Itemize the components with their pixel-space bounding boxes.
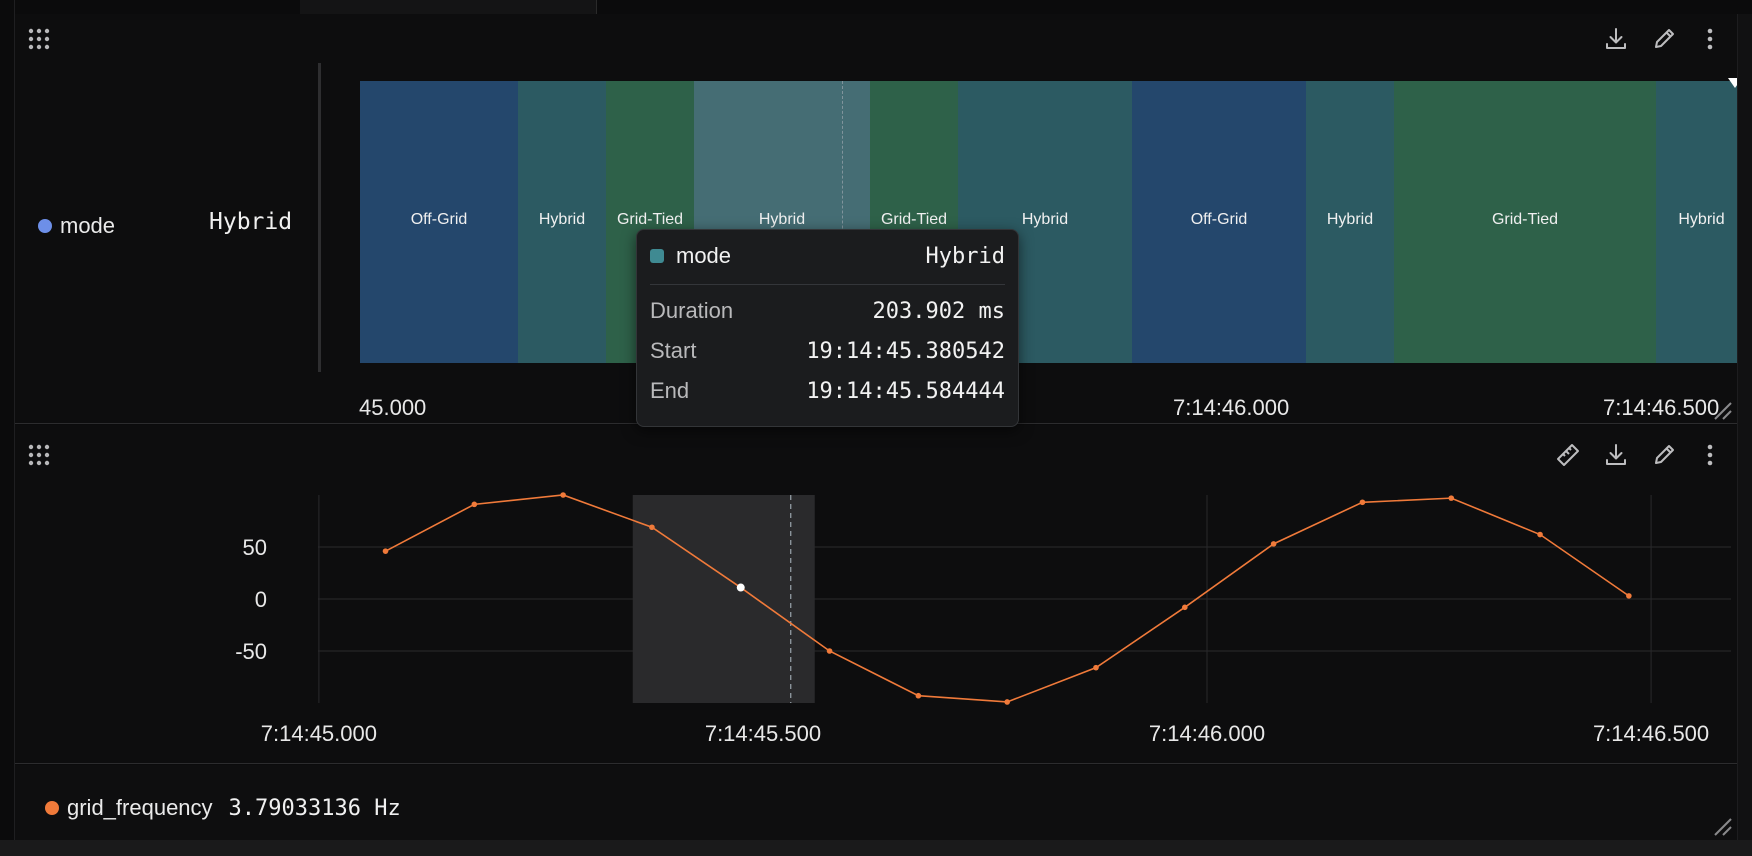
y-tick-label: -50 bbox=[235, 639, 267, 664]
more-vertical-icon[interactable] bbox=[1695, 24, 1725, 54]
tooltip-value: 203.902 ms bbox=[872, 298, 1005, 324]
mode-band-label: Off-Grid bbox=[1190, 211, 1248, 228]
download-icon[interactable] bbox=[1601, 24, 1631, 54]
mode-band[interactable]: Hybrid bbox=[1656, 81, 1747, 363]
x-tick-label: 7:14:45.000 bbox=[261, 721, 377, 746]
x-tick-label: 7:14:46.000 bbox=[1173, 395, 1290, 420]
resize-handle-icon[interactable] bbox=[1711, 399, 1733, 426]
top-tab-strip bbox=[0, 0, 1752, 15]
bottom-strip bbox=[0, 840, 1752, 856]
x-tick-label: 7:14:45.500 bbox=[705, 721, 821, 746]
y-tick-label: 0 bbox=[255, 587, 267, 612]
data-point bbox=[1448, 495, 1455, 501]
data-point bbox=[1626, 593, 1632, 599]
grid-frequency-value: 3.79033136 Hz bbox=[228, 795, 401, 821]
mode-band-label: Hybrid bbox=[758, 211, 806, 228]
line-chart[interactable]: 50 0 -50 7:14:45.000 7:14:45.500 7:14:46.000 7… bbox=[15, 425, 1737, 763]
mode-band-label: Hybrid bbox=[1678, 211, 1725, 228]
tooltip-key: Start bbox=[650, 338, 697, 363]
grid-frequency-legend[interactable]: grid_frequency 3.79033136 Hz bbox=[45, 795, 401, 821]
tab-segment[interactable] bbox=[0, 0, 301, 14]
hover-tooltip: mode Hybrid Duration 203.902 ms Start 19… bbox=[636, 229, 1019, 427]
x-tick-label: 7:14:46.500 bbox=[1593, 721, 1709, 746]
data-point bbox=[736, 583, 745, 592]
data-point bbox=[826, 648, 833, 654]
right-scrollbar[interactable] bbox=[1737, 14, 1752, 840]
mode-band-label: Off-Grid bbox=[410, 211, 468, 228]
mode-band-label: Hybrid bbox=[538, 211, 586, 228]
mode-legend[interactable]: mode bbox=[38, 213, 115, 239]
mode-band[interactable]: Hybrid bbox=[1306, 81, 1394, 363]
tooltip-divider bbox=[650, 284, 1005, 285]
tooltip-row-duration: Duration 203.902 ms bbox=[650, 298, 1005, 324]
drag-handle-icon[interactable] bbox=[24, 24, 54, 54]
mode-band-label: Hybrid bbox=[1021, 211, 1069, 228]
data-point bbox=[560, 492, 566, 498]
tooltip-row-end: End 19:14:45.584444 bbox=[650, 378, 1005, 404]
data-point bbox=[1004, 699, 1010, 705]
series-line bbox=[385, 494, 1630, 703]
grid-frequency-legend-label: grid_frequency bbox=[67, 795, 213, 820]
data-point bbox=[1537, 531, 1543, 538]
y-tick-label: 50 bbox=[243, 535, 267, 560]
data-point bbox=[382, 548, 389, 554]
mode-band[interactable]: Hybrid bbox=[518, 81, 606, 363]
pencil-icon[interactable] bbox=[1649, 24, 1679, 54]
mode-state-bands[interactable]: Hybrid Grid-Tied Hybrid Off-Grid Hybrid Grid-… bbox=[360, 81, 1747, 363]
mode-band[interactable]: Grid-Tied bbox=[1394, 81, 1656, 363]
tooltip-value: 19:14:45.380542 bbox=[806, 338, 1005, 364]
data-point bbox=[915, 692, 922, 699]
mode-band-label: Grid-Tied bbox=[1491, 211, 1559, 228]
data-point bbox=[1182, 604, 1188, 611]
grid-frequency-legend-panel: grid_frequency 3.79033136 Hz bbox=[15, 765, 1737, 841]
timeline-left-edge bbox=[318, 63, 321, 372]
data-point bbox=[649, 524, 655, 531]
grid-frequency-legend-dot bbox=[45, 801, 59, 815]
left-rail bbox=[0, 0, 15, 856]
mode-current-value: Hybrid bbox=[209, 209, 293, 235]
mode-band-label: Grid-Tied bbox=[616, 211, 684, 228]
tooltip-header: mode Hybrid bbox=[650, 243, 1005, 269]
data-point bbox=[1270, 541, 1277, 547]
grid-frequency-chart-panel: 50 0 -50 7:14:45.000 7:14:45.500 7:14:46.000 7… bbox=[15, 425, 1737, 764]
x-tick-label: 7:14:46.500 bbox=[1603, 395, 1720, 420]
x-tick-label: 7:14:46.000 bbox=[1149, 721, 1265, 746]
resize-handle-icon[interactable] bbox=[1711, 815, 1733, 842]
mode-band[interactable]: Off-Grid bbox=[1132, 81, 1306, 363]
tooltip-value: 19:14:45.584444 bbox=[806, 378, 1005, 404]
tooltip-series-value: Hybrid bbox=[925, 243, 1005, 269]
data-point bbox=[1359, 499, 1366, 506]
mode-band[interactable]: Off-Grid bbox=[360, 81, 518, 363]
x-tick-label: 45.000 bbox=[359, 395, 427, 420]
tooltip-key: End bbox=[650, 378, 690, 403]
tab-segment[interactable] bbox=[300, 0, 597, 14]
mode-legend-label: mode bbox=[60, 213, 116, 238]
tooltip-series-name: mode bbox=[676, 243, 732, 268]
mode-band-label: Hybrid bbox=[1326, 211, 1374, 228]
data-point bbox=[471, 501, 478, 508]
data-point bbox=[1093, 664, 1099, 671]
mode-band-label: Grid-Tied bbox=[880, 211, 948, 228]
tooltip-series-swatch bbox=[650, 249, 664, 263]
mode-legend-dot bbox=[38, 219, 52, 233]
tooltip-key: Duration bbox=[650, 298, 734, 323]
tooltip-row-start: Start 19:14:45.380542 bbox=[650, 338, 1005, 364]
